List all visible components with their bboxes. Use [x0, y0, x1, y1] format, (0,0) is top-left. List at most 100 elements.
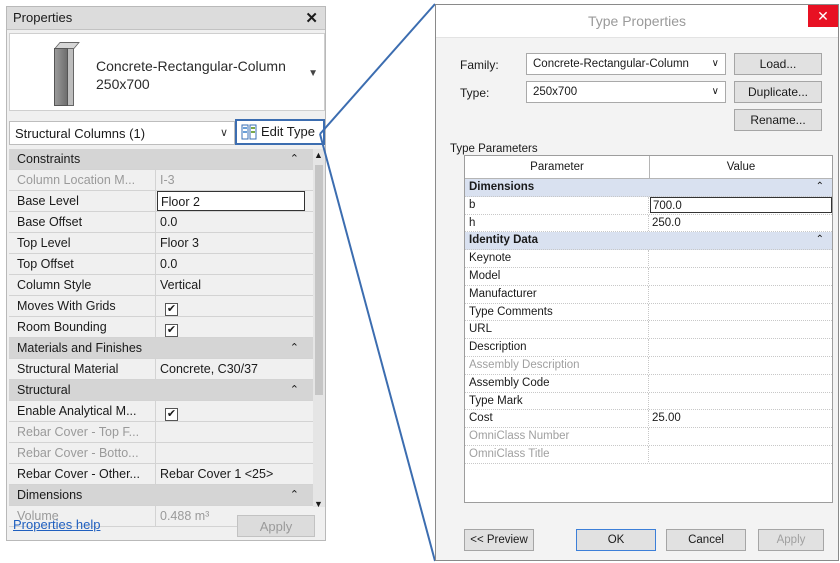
type-combo[interactable]: 250x700 ∨ [526, 81, 726, 103]
parameter-row[interactable]: Assembly Code [465, 374, 832, 393]
property-value[interactable]: ✔ [157, 296, 305, 316]
property-row[interactable]: Enable Analytical M... ✔ [9, 401, 313, 422]
property-row[interactable]: Column Style Vertical [9, 275, 313, 296]
property-row[interactable]: Rebar Cover - Top F... [9, 422, 313, 443]
edit-type-button[interactable]: Edit Type [235, 119, 325, 145]
parameter-row[interactable]: URL [465, 321, 832, 340]
properties-titlebar: Properties ✕ [7, 7, 325, 30]
type-selector[interactable]: Concrete-Rectangular-Column 250x700 ▼ [9, 33, 325, 111]
scroll-up-icon[interactable]: ▲ [314, 150, 323, 160]
parameter-value[interactable] [650, 250, 832, 266]
property-row[interactable]: Moves With Grids ✔ [9, 296, 313, 317]
rename-button[interactable]: Rename... [734, 109, 822, 131]
parameter-value[interactable] [650, 428, 832, 444]
property-row[interactable]: Base Offset 0.0 [9, 212, 313, 233]
parameter-value[interactable] [650, 393, 832, 409]
parameter-value[interactable] [650, 357, 832, 373]
property-value[interactable]: ✔ [157, 317, 305, 337]
property-row[interactable]: Top Offset 0.0 [9, 254, 313, 275]
property-group-label: Structural [17, 383, 71, 397]
parameter-row[interactable]: Cost 25.00 [465, 410, 832, 429]
parameter-group-header[interactable]: Identity Data ⌃ [465, 232, 832, 251]
parameter-value[interactable]: 250.0 [650, 215, 832, 231]
parameter-row[interactable]: Model [465, 267, 832, 286]
properties-apply-button[interactable]: Apply [237, 515, 315, 537]
property-row[interactable]: Rebar Cover - Other... Rebar Cover 1 <25> [9, 464, 313, 485]
property-group-header[interactable]: Constraints ⌃ [9, 149, 313, 170]
parameter-label: b [465, 196, 649, 213]
family-combo[interactable]: Concrete-Rectangular-Column ∨ [526, 53, 726, 75]
scroll-thumb[interactable] [315, 165, 323, 395]
property-group-header[interactable]: Materials and Finishes ⌃ [9, 338, 313, 359]
duplicate-button[interactable]: Duplicate... [734, 81, 822, 103]
parameter-row[interactable]: Type Mark [465, 392, 832, 411]
cancel-button[interactable]: Cancel [666, 529, 746, 551]
parameter-row[interactable]: OmniClass Title [465, 445, 832, 464]
parameter-row[interactable]: h 250.0 [465, 214, 832, 233]
parameter-value[interactable] [650, 446, 832, 462]
property-value[interactable]: 0.0 [157, 254, 305, 274]
parameter-row[interactable]: Manufacturer [465, 285, 832, 304]
parameter-row[interactable]: OmniClass Number [465, 428, 832, 446]
collapse-icon[interactable]: ⌃ [290, 380, 299, 400]
parameter-value[interactable]: 25.00 [650, 410, 832, 426]
parameter-value[interactable] [650, 286, 832, 302]
parameter-value[interactable] [650, 375, 832, 391]
type-parameters-body: Dimensions ⌃ b 700.0 h 250.0 Identity Data ⌃ Key… [465, 179, 832, 464]
preview-button[interactable]: << Preview [464, 529, 534, 551]
collapse-icon[interactable]: ⌃ [816, 179, 824, 195]
parameter-group-label: Identity Data [469, 234, 539, 247]
parameter-row[interactable]: b 700.0 [465, 196, 832, 215]
property-value[interactable]: Rebar Cover 1 <25> [157, 464, 305, 484]
properties-scrollbar[interactable]: ▲ ▼ [313, 149, 325, 509]
checkbox[interactable]: ✔ [165, 324, 178, 337]
property-label: Enable Analytical M... [9, 401, 156, 421]
property-group-header[interactable]: Dimensions ⌃ [9, 485, 313, 506]
collapse-icon[interactable]: ⌃ [816, 232, 824, 248]
collapse-icon[interactable]: ⌃ [290, 149, 299, 169]
chevron-down-icon[interactable]: ▼ [308, 68, 318, 79]
property-row[interactable]: Top Level Floor 3 [9, 233, 313, 254]
property-value[interactable]: ✔ [157, 401, 305, 421]
ok-button[interactable]: OK [576, 529, 656, 551]
chevron-down-icon[interactable]: ∨ [712, 58, 719, 69]
property-row[interactable]: Room Bounding ✔ [9, 317, 313, 338]
parameter-column-header[interactable]: Parameter [465, 156, 650, 178]
parameter-value[interactable] [650, 321, 832, 337]
property-value[interactable]: Floor 2 [157, 191, 305, 211]
property-value[interactable]: Vertical [157, 275, 305, 295]
chevron-down-icon[interactable]: ∨ [712, 86, 719, 97]
parameter-group-header[interactable]: Dimensions ⌃ [465, 179, 832, 197]
property-value[interactable]: Floor 3 [157, 233, 305, 253]
parameter-row[interactable]: Type Comments [465, 303, 832, 322]
property-row[interactable]: Base Level Floor 2 [9, 191, 313, 212]
scroll-down-icon[interactable]: ▼ [314, 499, 323, 509]
parameter-row[interactable]: Description [465, 339, 832, 357]
property-row[interactable]: Structural Material Concrete, C30/37 [9, 359, 313, 380]
close-icon[interactable]: ✕ [305, 9, 318, 27]
parameter-value[interactable] [650, 339, 832, 355]
dialog-apply-button[interactable]: Apply [758, 529, 824, 551]
edit-type-icon [241, 124, 257, 140]
property-group-header[interactable]: Structural ⌃ [9, 380, 313, 401]
parameter-row[interactable]: Assembly Description [465, 356, 832, 375]
close-icon[interactable]: ✕ [808, 5, 838, 27]
parameter-value[interactable]: 700.0 [650, 196, 832, 213]
properties-help-link[interactable]: Properties help [13, 517, 100, 532]
property-row[interactable]: Column Location M... I-3 [9, 170, 313, 191]
collapse-icon[interactable]: ⌃ [290, 338, 299, 358]
value-column-header[interactable]: Value [650, 156, 832, 178]
parameter-value[interactable] [650, 268, 832, 284]
load-button[interactable]: Load... [734, 53, 822, 75]
instance-selector[interactable]: Structural Columns (1) ∨ [9, 121, 235, 145]
property-value[interactable]: 0.0 [157, 212, 305, 232]
dialog-titlebar: Type Properties ✕ [436, 5, 838, 38]
chevron-down-icon[interactable]: ∨ [220, 126, 228, 139]
collapse-icon[interactable]: ⌃ [290, 485, 299, 505]
checkbox[interactable]: ✔ [165, 303, 178, 316]
parameter-row[interactable]: Keynote [465, 250, 832, 268]
property-value[interactable]: Concrete, C30/37 [157, 359, 305, 379]
property-row[interactable]: Rebar Cover - Botto... [9, 443, 313, 464]
parameter-value[interactable] [650, 304, 832, 320]
checkbox[interactable]: ✔ [165, 408, 178, 421]
